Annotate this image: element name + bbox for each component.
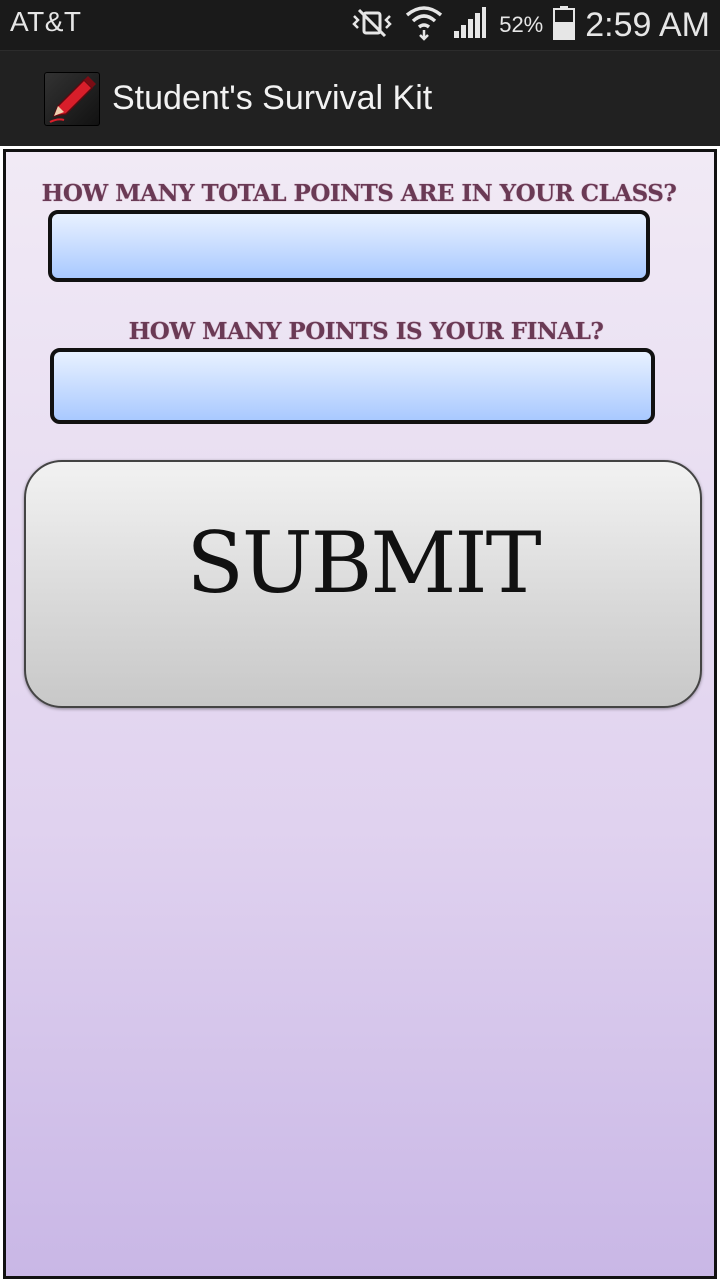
total-points-label: HOW MANY TOTAL POINTS ARE IN YOUR CLASS? (41, 180, 677, 207)
content-area: HOW MANY TOTAL POINTS ARE IN YOUR CLASS?… (0, 146, 720, 1280)
pencil-icon[interactable] (44, 72, 100, 126)
carrier-name: AT&T (10, 6, 82, 37)
status-icons: 52% 2:59 AM (339, 0, 710, 50)
clock: 2:59 AM (585, 5, 710, 44)
signal-icon (453, 6, 487, 44)
app-title: Student's Survival Kit (112, 79, 433, 117)
status-bar: AT&T 52% 2:59 AM (0, 0, 720, 50)
battery-icon (553, 5, 576, 45)
submit-button[interactable]: SUBMIT (24, 460, 702, 708)
wifi-icon (405, 5, 443, 46)
final-points-input[interactable] (50, 348, 655, 424)
total-points-input[interactable] (48, 210, 650, 282)
action-bar: Student's Survival Kit (0, 50, 720, 147)
battery-percent: 52% (499, 12, 544, 37)
final-points-label: HOW MANY POINTS IS YOUR FINAL? (128, 318, 604, 345)
vibrate-mute-icon (349, 8, 395, 43)
form-panel: HOW MANY TOTAL POINTS ARE IN YOUR CLASS?… (3, 149, 717, 1279)
submit-button-label: SUBMIT (186, 514, 541, 612)
